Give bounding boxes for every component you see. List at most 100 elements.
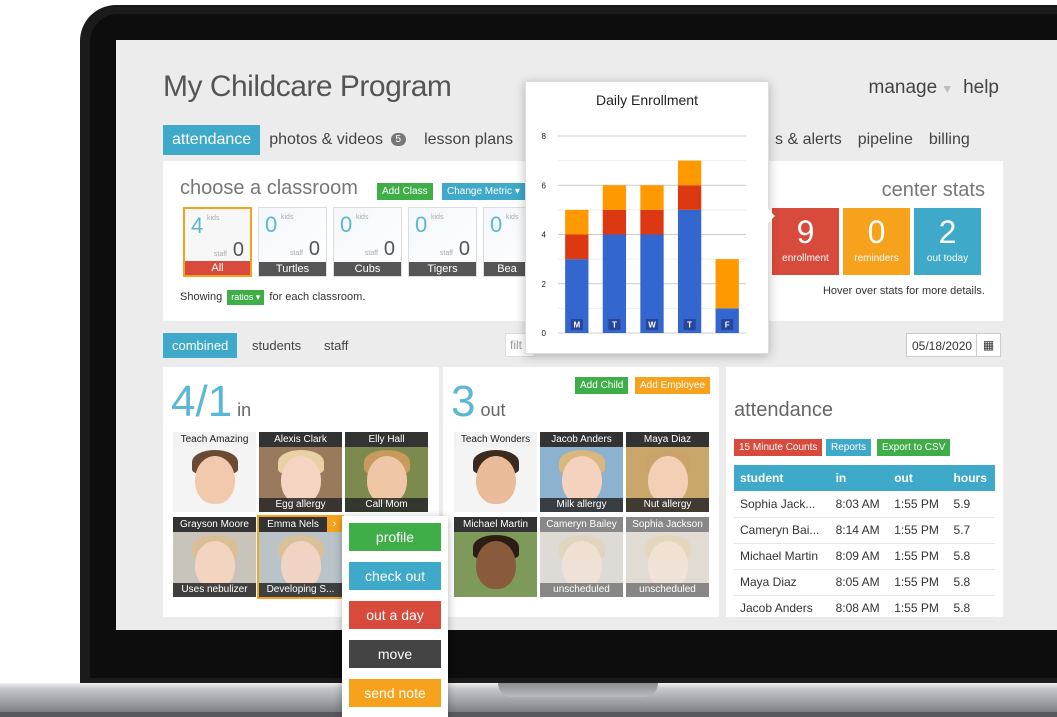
out-a-day-button[interactable]: out a day bbox=[349, 601, 441, 629]
date-picker[interactable]: 05/18/2020 ▦ bbox=[906, 333, 1001, 357]
reports-button[interactable]: Reports bbox=[826, 439, 872, 456]
stat-enrollment[interactable]: 9 enrollment bbox=[772, 208, 839, 275]
cell-student: Maya Diaz bbox=[734, 569, 830, 596]
kids-count: 0 bbox=[415, 212, 428, 237]
classroom-name: Cubs bbox=[334, 262, 401, 276]
profile-button[interactable]: profile bbox=[349, 523, 441, 551]
cell-hours: 5.8 bbox=[947, 569, 995, 596]
cell-out: 1:55 PM bbox=[888, 543, 948, 570]
cell-in: 8:05 AM bbox=[829, 569, 889, 596]
fifteen-minute-counts-button[interactable]: 15 Minute Counts bbox=[734, 439, 823, 456]
person-note: Nut allergy bbox=[626, 498, 709, 512]
laptop-base-shadow bbox=[0, 712, 1057, 717]
staff-label: staff bbox=[289, 250, 303, 257]
bar-segment bbox=[640, 209, 664, 235]
cell-in: 8:14 AM bbox=[829, 517, 889, 544]
table-row[interactable]: Maya Diaz 8:05 AM 1:55 PM 5.8 bbox=[734, 569, 995, 596]
chevron-down-icon: ▾ bbox=[514, 186, 520, 197]
person-card[interactable]: Teach Amazing bbox=[173, 432, 256, 512]
cell-hours: 5.7 bbox=[947, 517, 995, 544]
metric-select[interactable]: ratios ▾ bbox=[227, 290, 265, 305]
send-note-button[interactable]: send note bbox=[349, 679, 441, 707]
person-card[interactable]: Grayson Moore Uses nebulizer bbox=[173, 517, 256, 597]
person-card[interactable]: Cameryn Bailey unscheduled bbox=[540, 517, 623, 597]
staff-label: staff bbox=[364, 250, 378, 257]
export-csv-button[interactable]: Export to CSV bbox=[877, 439, 951, 456]
table-row[interactable]: Jacob Anders 8:08 AM 1:55 PM 5.8 bbox=[734, 595, 995, 622]
classroom-name: Bea bbox=[484, 262, 530, 276]
check-out-button[interactable]: check out bbox=[349, 562, 441, 590]
table-row[interactable]: Michael Martin 8:09 AM 1:55 PM 5.8 bbox=[734, 543, 995, 570]
tab-alerts[interactable]: s & alerts bbox=[767, 125, 850, 155]
cell-out: 1:55 PM bbox=[888, 569, 948, 596]
face-photo bbox=[194, 456, 235, 504]
classroom-cubs[interactable]: 0 kids staff 0 Cubs bbox=[333, 207, 402, 277]
classroom-bears[interactable]: 0 kids Bea bbox=[483, 207, 531, 277]
move-button[interactable]: move bbox=[349, 640, 441, 668]
add-class-button[interactable]: Add Class bbox=[377, 183, 433, 200]
chevron-right-icon[interactable]: › bbox=[327, 517, 342, 532]
person-card[interactable]: Sophia Jackson unscheduled bbox=[626, 517, 709, 597]
col-out[interactable]: out bbox=[888, 465, 948, 491]
classroom-turtles[interactable]: 0 kids staff 0 Turtles bbox=[258, 207, 327, 277]
manage-menu[interactable]: manage bbox=[869, 77, 938, 98]
face-photo bbox=[366, 456, 407, 504]
attendance-table: student in out hours Sophia Jack... 8:03 … bbox=[734, 465, 995, 622]
main-tabs: attendance photos & videos 5 lesson plan… bbox=[163, 125, 522, 155]
tab-photos-videos[interactable]: photos & videos 5 bbox=[260, 125, 415, 155]
cell-out: 1:55 PM bbox=[888, 517, 948, 544]
add-child-button[interactable]: Add Child bbox=[575, 377, 629, 394]
person-name: Teach Amazing bbox=[173, 432, 256, 447]
bar-segment bbox=[602, 185, 627, 210]
tab-pipeline[interactable]: pipeline bbox=[850, 125, 921, 155]
classroom-all[interactable]: 4 kids staff 0 All bbox=[183, 207, 252, 277]
stat-out-today[interactable]: 2 out today bbox=[914, 208, 981, 275]
bar-segment bbox=[677, 160, 702, 186]
bar-segment bbox=[640, 234, 664, 333]
calendar-icon[interactable]: ▦ bbox=[976, 334, 1000, 356]
filter-students[interactable]: students bbox=[243, 333, 310, 358]
face-photo bbox=[561, 456, 602, 504]
change-metric-button[interactable]: Change Metric ▾ bbox=[442, 183, 526, 200]
filter-combined[interactable]: combined bbox=[163, 333, 238, 358]
person-name: Michael Martin bbox=[454, 517, 537, 532]
kids-count: 0 bbox=[490, 212, 503, 237]
bar-segment bbox=[565, 234, 589, 260]
change-metric-label: Change Metric bbox=[447, 186, 513, 197]
col-in[interactable]: in bbox=[829, 465, 889, 491]
help-link[interactable]: help bbox=[963, 77, 999, 98]
person-card[interactable]: Alexis Clark Egg allergy bbox=[259, 432, 342, 512]
face-photo bbox=[280, 456, 321, 504]
person-card-selected[interactable]: Emma Nels › Developing S... bbox=[257, 515, 344, 599]
in-count-value: 4/1 bbox=[171, 377, 233, 426]
out-count-value: 3 bbox=[451, 377, 476, 426]
face-photo bbox=[647, 541, 688, 589]
person-card[interactable]: Maya Diaz Nut allergy bbox=[626, 432, 709, 512]
stat-enrollment-label: enrollment bbox=[782, 253, 829, 264]
add-employee-button[interactable]: Add Employee bbox=[635, 377, 711, 394]
classroom-tigers[interactable]: 0 kids staff 0 Tigers bbox=[408, 207, 477, 277]
cell-in: 8:09 AM bbox=[829, 543, 889, 570]
x-tick-label: T bbox=[612, 321, 617, 330]
cell-hours: 5.8 bbox=[947, 595, 995, 622]
stat-reminders[interactable]: 0 reminders bbox=[843, 208, 910, 275]
table-row[interactable]: Cameryn Bai... 8:14 AM 1:55 PM 5.7 bbox=[734, 517, 995, 544]
tab-attendance[interactable]: attendance bbox=[163, 125, 261, 155]
person-card[interactable]: Jacob Anders Milk allergy bbox=[540, 432, 623, 512]
main-tabs-right: s & alerts pipeline billing bbox=[767, 125, 978, 155]
attendance-panel: attendance 15 Minute Counts Reports Expo… bbox=[726, 367, 1003, 622]
col-hours[interactable]: hours bbox=[947, 465, 995, 491]
tab-lesson-plans[interactable]: lesson plans bbox=[415, 125, 522, 155]
person-card[interactable]: Teach Wonders bbox=[454, 432, 537, 512]
y-tick-label: 0 bbox=[542, 329, 547, 338]
center-stats-title: center stats bbox=[881, 179, 985, 201]
person-name: Jacob Anders bbox=[540, 432, 623, 447]
filter-staff[interactable]: staff bbox=[315, 333, 357, 358]
photos-count-badge: 5 bbox=[390, 133, 407, 146]
person-card[interactable]: Michael Martin bbox=[454, 517, 537, 597]
tab-billing[interactable]: billing bbox=[921, 125, 978, 155]
col-student[interactable]: student bbox=[734, 465, 830, 491]
person-card[interactable]: Elly Hall Call Mom bbox=[345, 432, 428, 512]
table-row[interactable]: Sophia Jack... 8:03 AM 1:55 PM 5.9 bbox=[734, 491, 995, 518]
cell-out: 1:55 PM bbox=[888, 595, 948, 622]
